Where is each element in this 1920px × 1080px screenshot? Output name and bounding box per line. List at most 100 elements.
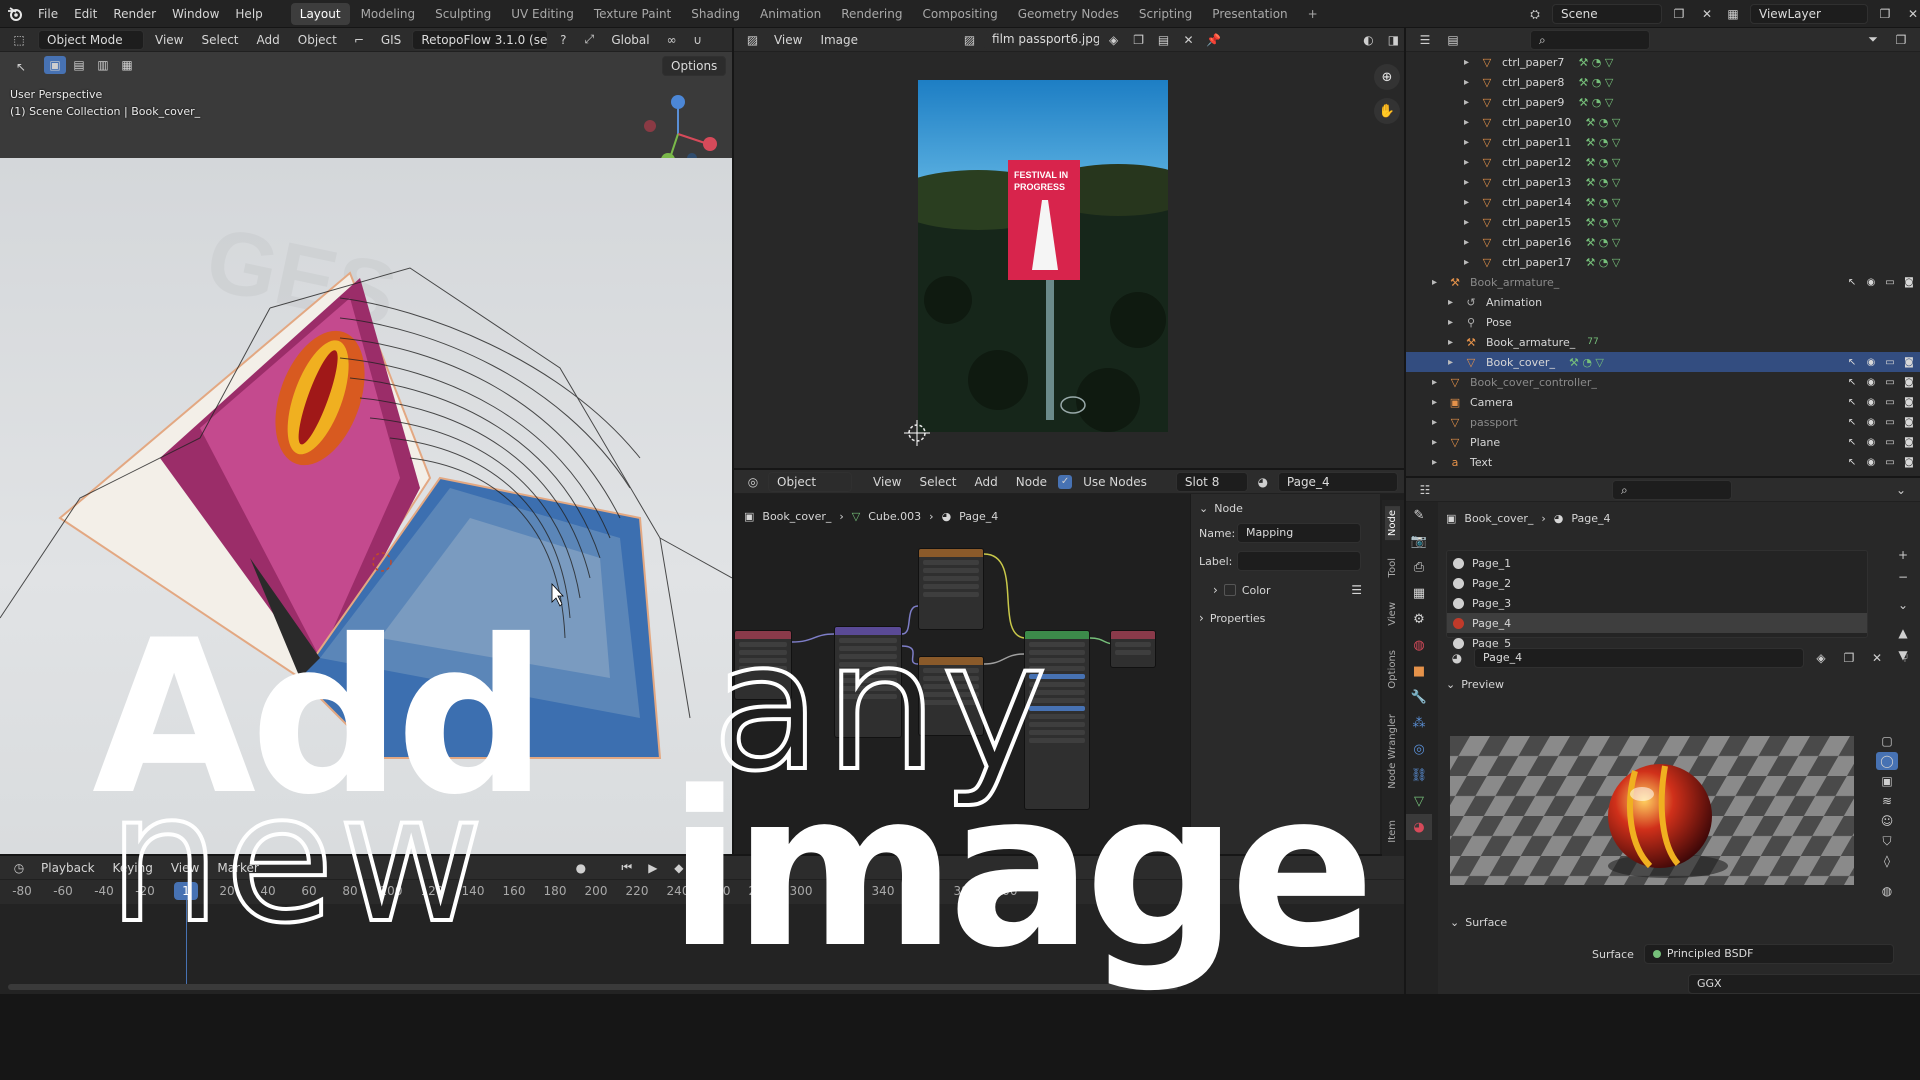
expand-arrow-icon[interactable]: ▸: [1464, 197, 1478, 208]
tab-animation[interactable]: Animation: [751, 3, 830, 25]
viewport-toggle-icon[interactable]: ▭: [1883, 375, 1897, 389]
selectable-toggle-icon[interactable]: ↖: [1845, 455, 1859, 469]
tab-compositing[interactable]: Compositing: [913, 3, 1006, 25]
viewport-toggle-icon[interactable]: ▭: [1883, 455, 1897, 469]
outliner-row[interactable]: ▸↺Animation↖◉▭◙: [1406, 292, 1920, 312]
surface-panel-header[interactable]: ⌄ Surface: [1450, 916, 1507, 929]
render-toggle-icon[interactable]: ◙: [1902, 395, 1916, 409]
jump-start-icon[interactable]: ⏮: [616, 859, 638, 877]
node-tree-icon[interactable]: ⑂: [1894, 649, 1916, 667]
new-view-layer-icon[interactable]: ❐: [1874, 5, 1896, 23]
fake-user-icon[interactable]: ◈: [1810, 649, 1832, 667]
preview-cloth-icon[interactable]: ⛉: [1876, 832, 1898, 850]
visibility-eye-icon[interactable]: ◉: [1864, 355, 1878, 369]
display-mode-icon[interactable]: ▤: [1442, 31, 1464, 49]
viewport-toggle-icon[interactable]: ▭: [1883, 395, 1897, 409]
node-menu-add[interactable]: Add: [968, 470, 1005, 494]
render-toggle-icon[interactable]: ◙: [1902, 435, 1916, 449]
selectable-toggle-icon[interactable]: ↖: [1845, 435, 1859, 449]
tab-scripting[interactable]: Scripting: [1130, 3, 1201, 25]
preview-monkey-icon[interactable]: ☺: [1876, 812, 1898, 830]
shader-type-dropdown[interactable]: Object: [768, 471, 852, 492]
select-extend-icon[interactable]: ▤: [68, 56, 90, 74]
viewport-toggle-icon[interactable]: ▭: [1883, 415, 1897, 429]
menu-edit[interactable]: Edit: [66, 0, 105, 28]
expand-arrow-icon[interactable]: ▸: [1448, 337, 1462, 348]
viewport-toggle-icon[interactable]: ▭: [1883, 435, 1897, 449]
side-tab-tool[interactable]: Tool: [1385, 554, 1400, 581]
expand-arrow-icon[interactable]: ▸: [1448, 317, 1462, 328]
editor-type-icon[interactable]: ⬚: [8, 31, 30, 49]
outliner-row[interactable]: ▸ ▣ Camera ↖ ◉ ▭ ◙: [1406, 392, 1920, 412]
pan-hand-icon[interactable]: ✋: [1374, 98, 1400, 124]
slot-dropdown[interactable]: Slot 8: [1175, 471, 1248, 492]
selectable-toggle-icon[interactable]: ↖: [1845, 275, 1859, 289]
2d-cursor-icon[interactable]: [904, 420, 930, 446]
unlink-material-icon[interactable]: ✕: [1866, 649, 1888, 667]
node-panel-header[interactable]: ⌄ Node: [1191, 494, 1380, 519]
use-nodes-checkbox[interactable]: ✓: [1058, 474, 1073, 489]
side-tab-options[interactable]: Options: [1385, 646, 1400, 693]
menu-help[interactable]: Help: [227, 0, 270, 28]
node-color-row[interactable]: › Color ☰: [1191, 575, 1380, 601]
link-icon[interactable]: ∞: [661, 31, 683, 49]
snap-icon[interactable]: ⌐: [348, 31, 370, 49]
side-tab-view[interactable]: View: [1385, 598, 1400, 630]
outliner-row[interactable]: ▸ a Text ↖ ◉ ▭ ◙: [1406, 452, 1920, 472]
tab-geometry-nodes[interactable]: Geometry Nodes: [1009, 3, 1128, 25]
outliner-row[interactable]: ▸ ▽ Book_cover_controller_ ↖ ◉ ▭ ◙: [1406, 372, 1920, 392]
new-collection-icon[interactable]: ❐: [1890, 31, 1912, 49]
select-invert-icon[interactable]: ▦: [116, 56, 138, 74]
tab-presentation[interactable]: Presentation: [1203, 3, 1296, 25]
record-icon[interactable]: ●: [570, 859, 592, 877]
color-checkbox[interactable]: [1223, 584, 1236, 596]
outliner-row[interactable]: ▸ ▽ passport ↖ ◉ ▭ ◙: [1406, 412, 1920, 432]
world-tab-icon[interactable]: ◍: [1406, 632, 1432, 658]
expand-arrow-icon[interactable]: ▸: [1464, 257, 1478, 268]
node-menu-view[interactable]: View: [866, 470, 908, 494]
menu-file[interactable]: File: [30, 0, 66, 28]
view-layer-tab-icon[interactable]: ▦: [1406, 580, 1432, 606]
orientation-dropdown[interactable]: Global: [604, 28, 656, 52]
delete-view-layer-icon[interactable]: ✕: [1902, 5, 1920, 23]
outliner-row[interactable]: ▸⚲Pose↖◉▭◙: [1406, 312, 1920, 332]
material-icon[interactable]: ◕: [1252, 473, 1274, 491]
render-toggle-icon[interactable]: ◙: [1902, 455, 1916, 469]
viewport-toggle-icon[interactable]: ▭: [1883, 275, 1897, 289]
tab-modeling[interactable]: Modeling: [352, 3, 425, 25]
select-box-icon[interactable]: ▣: [44, 56, 66, 74]
outliner-row[interactable]: ▸▽ctrl_paper8⚒ ◔ ▽↖◉▭◙: [1406, 72, 1920, 92]
slot-specials-icon[interactable]: ⌄: [1892, 596, 1914, 614]
material-slot-list[interactable]: Page_1 Page_2 Page_3 Page_4 Page_5: [1446, 550, 1868, 650]
side-tab-node-wrangler[interactable]: Node Wrangler: [1385, 710, 1400, 793]
render-toggle-icon[interactable]: ◙: [1902, 375, 1916, 389]
outliner-row[interactable]: ▸▽ctrl_paper16⚒ ◔ ▽↖◉▭◙: [1406, 232, 1920, 252]
outliner-row[interactable]: ▸▽ctrl_paper11⚒ ◔ ▽↖◉▭◙: [1406, 132, 1920, 152]
fake-user-icon[interactable]: ◈: [1103, 31, 1124, 49]
expand-arrow-icon[interactable]: ▸: [1464, 237, 1478, 248]
visibility-eye-icon[interactable]: ◉: [1864, 275, 1878, 289]
tab-layout[interactable]: Layout: [290, 2, 350, 25]
expand-arrow-icon[interactable]: ▸: [1464, 177, 1478, 188]
image-browse-icon[interactable]: ▨: [959, 31, 980, 49]
material-slot[interactable]: Page_1: [1447, 553, 1867, 573]
breadcrumb-object[interactable]: Book_cover_: [1464, 512, 1533, 525]
expand-arrow-icon[interactable]: ▸: [1464, 97, 1478, 108]
tab-sculpting[interactable]: Sculpting: [426, 3, 500, 25]
properties-editor[interactable]: ☷ ⌕ ⌄ ✎ 📷 ⎙ ▦ ⚙ ◍ ■ 🔧 ⁂ ◎ ⛓ ▽ ◕ ▣ Book_c…: [1406, 478, 1920, 994]
tab-rendering[interactable]: Rendering: [832, 3, 911, 25]
add-workspace-button[interactable]: +: [1299, 3, 1327, 25]
unlink-image-icon[interactable]: ✕: [1178, 31, 1199, 49]
help-icon[interactable]: ?: [552, 31, 574, 49]
outliner-row[interactable]: ▸▽ctrl_paper12⚒ ◔ ▽↖◉▭◙: [1406, 152, 1920, 172]
preview-sphere-icon[interactable]: ◯: [1876, 752, 1898, 770]
timeline-menu-playback[interactable]: Playback: [34, 856, 102, 880]
render-toggle-icon[interactable]: ◙: [1902, 275, 1916, 289]
preview-fluid-icon[interactable]: ◊: [1876, 852, 1898, 870]
node-menu-select[interactable]: Select: [912, 470, 963, 494]
viewport-menu-select[interactable]: Select: [194, 28, 245, 52]
visibility-eye-icon[interactable]: ◉: [1864, 375, 1878, 389]
editor-type-icon[interactable]: ☰: [1414, 31, 1436, 49]
outliner-row[interactable]: ▸⚒Book_armature_77↖◉▭◙: [1406, 332, 1920, 352]
node-name-field[interactable]: Mapping: [1237, 523, 1361, 543]
